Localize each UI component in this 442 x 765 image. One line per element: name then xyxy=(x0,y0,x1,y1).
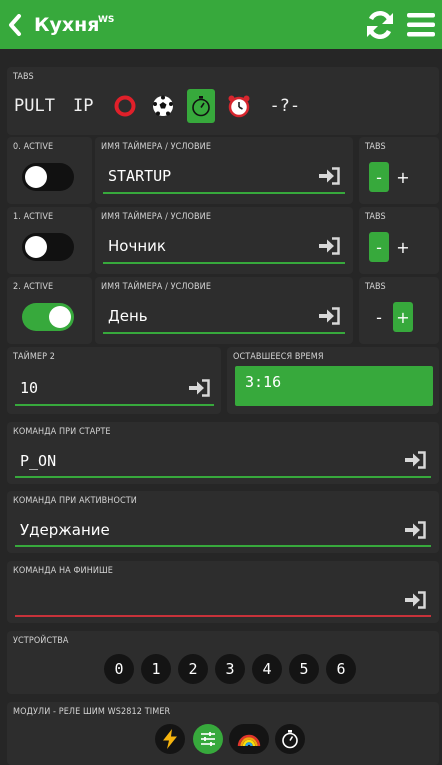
timer-1-minus-button[interactable]: - xyxy=(369,232,389,262)
cmd-active-underline xyxy=(15,545,431,547)
cmd-start-enter-icon[interactable] xyxy=(404,451,426,469)
timer2-underline xyxy=(15,404,214,406)
timer-0-name-card: ИМЯ ТАЙМЕРА / УСЛОВИЕ STARTUP xyxy=(95,137,353,204)
device-button-0[interactable]: 0 xyxy=(104,654,134,684)
cmd-finish-card: КОМАНДА НА ФИНИШЕ xyxy=(7,561,439,623)
timer-0-plus-button[interactable]: + xyxy=(393,162,413,192)
tab-red-circle[interactable] xyxy=(111,92,139,120)
module-ws2812-button[interactable] xyxy=(229,724,269,754)
tab-unknown[interactable]: -?- xyxy=(269,96,300,116)
timer-0-underline xyxy=(103,192,345,194)
cmd-active-input[interactable]: Удержание xyxy=(20,521,110,539)
timer-2-tabs-label: TABS xyxy=(365,282,386,292)
tabs-label: TABS xyxy=(13,72,34,82)
cmd-finish-enter-icon[interactable] xyxy=(404,591,426,609)
cmd-active-label: КОМАНДА ПРИ АКТИВНОСТИ xyxy=(13,496,137,506)
timer-0-tabs-label: TABS xyxy=(365,142,386,152)
timer-0-active-toggle[interactable] xyxy=(22,163,74,191)
timer-1-active-toggle[interactable] xyxy=(22,233,74,261)
timer-1-name-card: ИМЯ ТАЙМЕРА / УСЛОВИЕ Ночник xyxy=(95,207,353,274)
timer-2-enter-icon[interactable] xyxy=(318,307,340,325)
devices-card: УСТРОЙСТВА 0 1 2 3 4 5 6 xyxy=(7,631,439,694)
remaining-label: ОСТАВШЕЕСЯ ВРЕМЯ xyxy=(233,352,324,362)
device-button-6[interactable]: 6 xyxy=(326,654,356,684)
timer-1-name-label: ИМЯ ТАЙМЕРА / УСЛОВИЕ xyxy=(101,212,212,222)
device-button-2[interactable]: 2 xyxy=(178,654,208,684)
cmd-start-input[interactable]: P_ON xyxy=(20,452,56,470)
cmd-finish-label: КОМАНДА НА ФИНИШЕ xyxy=(13,566,114,576)
module-timer-button[interactable] xyxy=(275,724,305,754)
timer-0-active-card: 0. ACTIVE xyxy=(7,137,92,204)
timer-1-tabs-label: TABS xyxy=(365,212,386,222)
timer-1-enter-icon[interactable] xyxy=(318,237,340,255)
timer-2-active-label: 2. ACTIVE xyxy=(13,282,54,292)
stopwatch-icon xyxy=(282,730,298,749)
timer-0-name-input[interactable]: STARTUP xyxy=(108,167,171,185)
timer2-label: ТАЙМЕР 2 xyxy=(13,352,56,362)
timer-2-plus-button[interactable]: + xyxy=(393,302,413,332)
cmd-active-card: КОМАНДА ПРИ АКТИВНОСТИ Удержание xyxy=(7,491,439,553)
tab-ip[interactable]: IP xyxy=(73,96,93,116)
cmd-finish-underline xyxy=(15,615,431,617)
timer-1-plus-button[interactable]: + xyxy=(393,232,413,262)
timer-0-active-label: 0. ACTIVE xyxy=(13,142,54,152)
timer-2-name-card: ИМЯ ТАЙМЕРА / УСЛОВИЕ День xyxy=(95,277,353,344)
page-title-suffix: WS xyxy=(98,15,115,25)
remaining-card: ОСТАВШЕЕСЯ ВРЕМЯ 3:16 xyxy=(227,347,439,414)
timer-0-tabs-card: TABS - + xyxy=(359,137,439,204)
page-title: Кухня xyxy=(34,14,100,36)
timer-2-name-input[interactable]: День xyxy=(108,307,148,325)
timer-2-minus-button[interactable]: - xyxy=(369,302,389,332)
cmd-start-label: КОМАНДА ПРИ СТАРТЕ xyxy=(13,427,111,437)
timer2-enter-icon[interactable] xyxy=(188,379,210,397)
modules-label: МОДУЛИ - РЕЛЕ ШИМ WS2812 TIMER xyxy=(13,707,171,717)
sync-icon[interactable] xyxy=(364,9,396,41)
lightning-icon xyxy=(163,729,177,749)
timer2-card: ТАЙМЕР 2 10 xyxy=(7,347,221,414)
device-button-5[interactable]: 5 xyxy=(289,654,319,684)
tab-soccer-ball[interactable] xyxy=(149,92,177,120)
tab-alarm-clock[interactable] xyxy=(225,92,253,120)
cmd-start-card: КОМАНДА ПРИ СТАРТЕ P_ON xyxy=(7,422,439,484)
tab-pult[interactable]: PULT xyxy=(14,96,55,116)
timer-1-tabs-card: TABS - + xyxy=(359,207,439,274)
timer-2-active-toggle[interactable] xyxy=(22,303,74,331)
timer-1-underline xyxy=(103,262,345,264)
module-pwm-button[interactable] xyxy=(193,724,223,754)
tabs-row: PULT IP -?- xyxy=(14,88,318,124)
device-button-1[interactable]: 1 xyxy=(141,654,171,684)
tab-stopwatch[interactable] xyxy=(187,89,216,123)
timer-1-active-label: 1. ACTIVE xyxy=(13,212,54,222)
module-relay-button[interactable] xyxy=(155,724,185,754)
timer-1-name-input[interactable]: Ночник xyxy=(108,237,166,255)
timer2-input[interactable]: 10 xyxy=(20,379,38,397)
timer-2-active-card: 2. ACTIVE xyxy=(7,277,92,344)
timer-0-minus-button[interactable]: - xyxy=(369,162,389,192)
cmd-active-enter-icon[interactable] xyxy=(404,521,426,539)
red-circle-icon xyxy=(114,95,136,117)
menu-icon[interactable] xyxy=(406,11,436,39)
rainbow-icon xyxy=(237,734,261,747)
timer-0-enter-icon[interactable] xyxy=(318,167,340,185)
timer-2-name-label: ИМЯ ТАЙМЕРА / УСЛОВИЕ xyxy=(101,282,212,292)
device-button-4[interactable]: 4 xyxy=(252,654,282,684)
timer-1-active-card: 1. ACTIVE xyxy=(7,207,92,274)
app-header: Кухня WS xyxy=(0,0,442,49)
alarm-clock-icon xyxy=(228,95,250,118)
timer-2-underline xyxy=(103,332,345,334)
back-arrow-icon[interactable] xyxy=(8,14,22,36)
remaining-value: 3:16 xyxy=(245,373,282,391)
devices-label: УСТРОЙСТВА xyxy=(13,636,69,646)
timer-0-name-label: ИМЯ ТАЙМЕРА / УСЛОВИЕ xyxy=(101,142,212,152)
modules-card: МОДУЛИ - РЕЛЕ ШИМ WS2812 TIMER xyxy=(7,702,439,765)
cmd-start-underline xyxy=(15,476,431,478)
sliders-icon xyxy=(201,732,215,746)
soccer-ball-icon xyxy=(153,95,174,116)
remaining-box: 3:16 xyxy=(235,366,433,406)
stopwatch-icon xyxy=(192,96,211,117)
device-button-3[interactable]: 3 xyxy=(215,654,245,684)
timer-2-tabs-card: TABS - + xyxy=(359,277,439,344)
